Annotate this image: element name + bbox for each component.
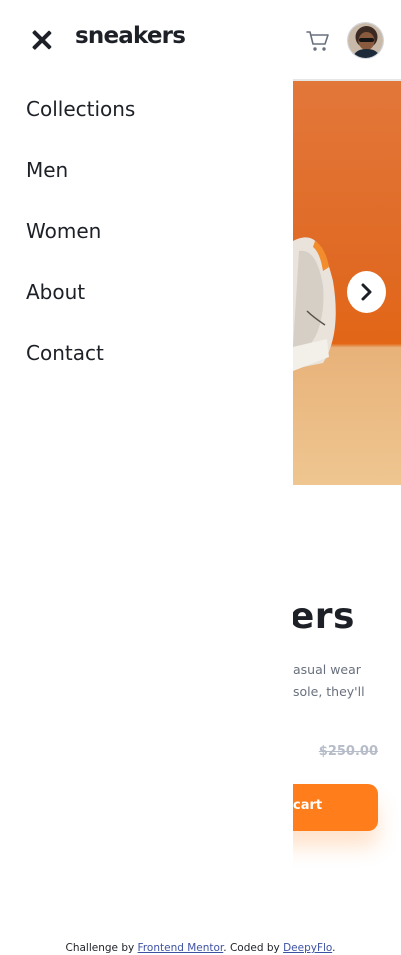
- logo[interactable]: sneakers: [75, 23, 186, 49]
- product-description-line-1: asual wear: [293, 662, 361, 677]
- next-image-button[interactable]: [347, 271, 386, 313]
- nav-drawer: [0, 80, 293, 930]
- nav-item-women[interactable]: Women: [26, 219, 101, 243]
- author-link[interactable]: DeepyFlo: [283, 942, 332, 954]
- footer-suffix: .: [332, 942, 336, 954]
- footer-prefix: Challenge by: [65, 942, 138, 954]
- footer-middle: . Coded by: [223, 942, 284, 954]
- nav-item-about[interactable]: About: [26, 280, 85, 304]
- product-description-line-2: sole, they'll: [293, 684, 365, 699]
- header: [0, 0, 401, 80]
- avatar[interactable]: [347, 22, 384, 59]
- chevron-right-icon: [361, 283, 372, 301]
- header-divider: [293, 79, 401, 81]
- attribution-footer: Challenge by Frontend Mentor. Coded by D…: [0, 942, 401, 954]
- original-price: $250.00: [318, 744, 378, 759]
- nav-item-men[interactable]: Men: [26, 158, 68, 182]
- close-menu-button[interactable]: [29, 28, 55, 54]
- nav-item-contact[interactable]: Contact: [26, 341, 104, 365]
- add-to-cart-label: cart: [293, 798, 323, 813]
- nav-item-collections[interactable]: Collections: [26, 97, 135, 121]
- frontend-mentor-link[interactable]: Frontend Mentor: [138, 942, 224, 954]
- cart-icon[interactable]: [306, 30, 330, 52]
